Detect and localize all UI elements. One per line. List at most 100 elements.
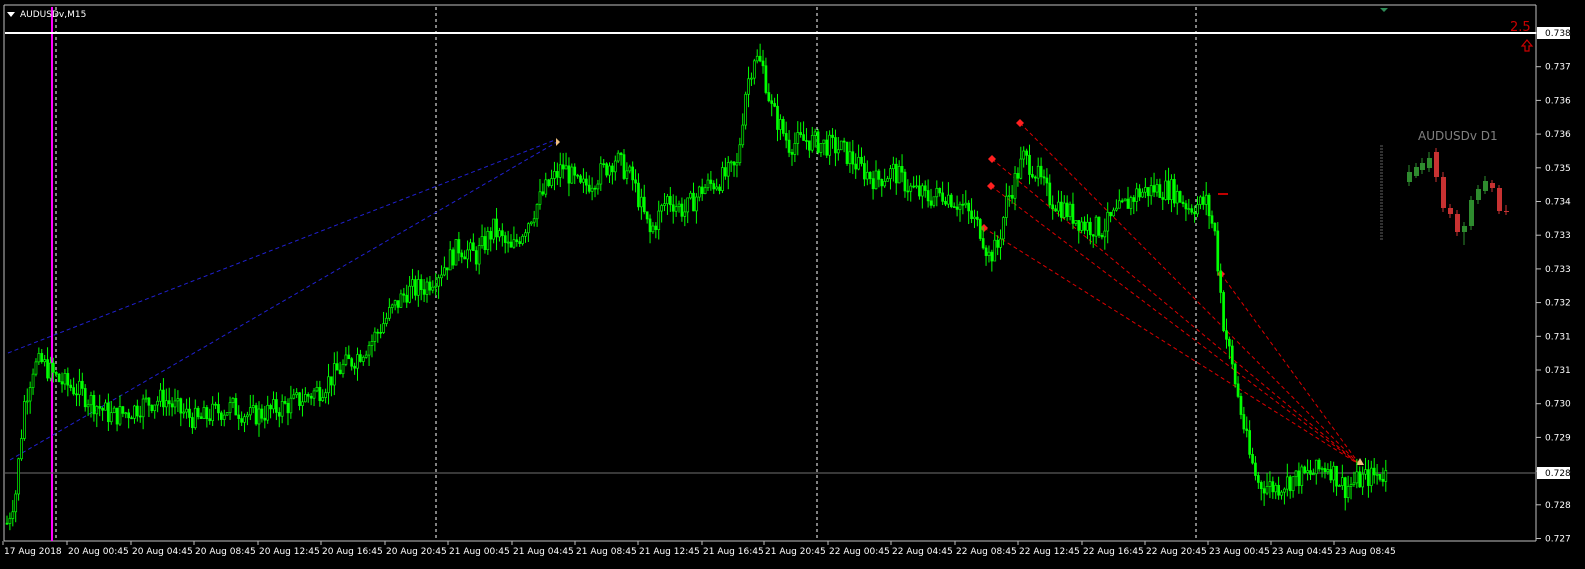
candle-body bbox=[1158, 184, 1162, 198]
candle-body bbox=[764, 65, 768, 93]
candle-body bbox=[593, 187, 597, 190]
candle-body bbox=[897, 166, 901, 184]
candle-body bbox=[1352, 482, 1356, 486]
candle-body bbox=[1054, 208, 1057, 212]
time-label: 22 Aug 04:45 bbox=[892, 547, 953, 557]
mini-candle-body bbox=[1427, 158, 1432, 168]
candle-body bbox=[1283, 488, 1286, 493]
price-label: 0.736 bbox=[1545, 130, 1571, 140]
candle-body bbox=[831, 134, 834, 138]
candle-body bbox=[489, 231, 493, 240]
candle-body bbox=[118, 406, 122, 425]
candle-body bbox=[60, 381, 64, 385]
candle-body bbox=[506, 241, 510, 244]
indicator-value: 2.5 bbox=[1510, 20, 1531, 35]
candle-body bbox=[260, 408, 264, 419]
candle-body bbox=[332, 363, 336, 386]
candle-body bbox=[744, 93, 747, 126]
candle-body bbox=[498, 230, 501, 238]
candle-body bbox=[1187, 208, 1191, 211]
candle-body bbox=[854, 163, 858, 170]
candle-body bbox=[434, 285, 438, 288]
candle-body bbox=[402, 293, 406, 296]
candle-body bbox=[5, 522, 9, 525]
candle-body bbox=[1036, 165, 1040, 179]
candle-body bbox=[396, 300, 400, 308]
candle-body bbox=[14, 493, 18, 513]
candle-body bbox=[500, 230, 504, 237]
candle-body bbox=[115, 407, 119, 425]
candle-body bbox=[361, 356, 365, 362]
current-price-label: 0.728 bbox=[1545, 469, 1571, 479]
mini-candle-body bbox=[1490, 183, 1495, 188]
candle-body bbox=[107, 402, 110, 423]
candle-body bbox=[573, 166, 577, 176]
candle-body bbox=[445, 267, 449, 271]
candle-body bbox=[613, 160, 617, 173]
candle-body bbox=[839, 140, 843, 151]
candle-body bbox=[222, 414, 226, 420]
candle-body bbox=[1155, 184, 1159, 193]
candle-body bbox=[405, 294, 409, 303]
candle-body bbox=[43, 359, 47, 363]
candle-body bbox=[1201, 196, 1205, 205]
candle-body bbox=[596, 183, 600, 190]
candle-body bbox=[518, 241, 522, 244]
candle-body bbox=[640, 196, 643, 208]
candle-body bbox=[544, 179, 548, 195]
candle-body bbox=[529, 221, 533, 225]
candle-body bbox=[1002, 217, 1005, 240]
candle-body bbox=[104, 402, 107, 411]
candle-body bbox=[1306, 470, 1309, 473]
price-label: 0.733 bbox=[1545, 265, 1571, 275]
candle-body bbox=[133, 405, 136, 419]
candle-body bbox=[1335, 465, 1338, 487]
candle-body bbox=[981, 238, 985, 249]
candle-body bbox=[1277, 484, 1280, 496]
mini-candle-body bbox=[1504, 211, 1509, 212]
candle-body bbox=[697, 186, 701, 198]
candle-body bbox=[1372, 467, 1376, 476]
time-label: 20 Aug 16:45 bbox=[322, 547, 383, 557]
candle-body bbox=[92, 394, 96, 415]
mini-candle-body bbox=[1414, 167, 1419, 176]
candle-body bbox=[816, 131, 820, 153]
candle-body bbox=[683, 211, 687, 217]
candle-body bbox=[952, 206, 956, 208]
candle-body bbox=[408, 285, 411, 303]
candle-body bbox=[46, 359, 49, 379]
time-label: 21 Aug 16:45 bbox=[703, 547, 764, 557]
candle-body bbox=[437, 277, 440, 287]
time-label: 20 Aug 04:45 bbox=[132, 547, 193, 557]
candle-body bbox=[173, 400, 177, 408]
candle-body bbox=[1303, 466, 1307, 473]
candle-body bbox=[973, 216, 976, 219]
candle-body bbox=[243, 416, 246, 423]
candle-body bbox=[666, 196, 669, 205]
candle-body bbox=[350, 358, 354, 367]
candle-body bbox=[474, 250, 478, 265]
candle-body bbox=[269, 404, 272, 410]
time-label: 23 Aug 08:45 bbox=[1335, 547, 1396, 557]
candle-body bbox=[608, 165, 611, 176]
candle-body bbox=[98, 406, 102, 409]
candle-body bbox=[770, 100, 774, 104]
candle-body bbox=[1230, 345, 1234, 365]
candle-body bbox=[755, 55, 759, 62]
candle-body bbox=[472, 242, 475, 251]
price-chart[interactable]: AUDUSDv D1 2.5 AUDUSDv,M15 0.738 0.737 0.7… bbox=[0, 0, 1585, 569]
candle-body bbox=[645, 211, 649, 220]
candle-body bbox=[75, 393, 78, 396]
price-label: 0.734 bbox=[1545, 198, 1571, 208]
candle-body bbox=[486, 231, 490, 251]
candle-body bbox=[304, 394, 307, 403]
candle-body bbox=[503, 235, 507, 243]
candle-body bbox=[616, 152, 620, 162]
candle-body bbox=[564, 165, 568, 170]
candle-body bbox=[1042, 176, 1046, 179]
candle-body bbox=[1213, 222, 1217, 232]
candle-body bbox=[356, 354, 359, 369]
candle-body bbox=[1288, 476, 1292, 492]
candle-body bbox=[1152, 185, 1156, 193]
candle-body bbox=[848, 151, 852, 164]
